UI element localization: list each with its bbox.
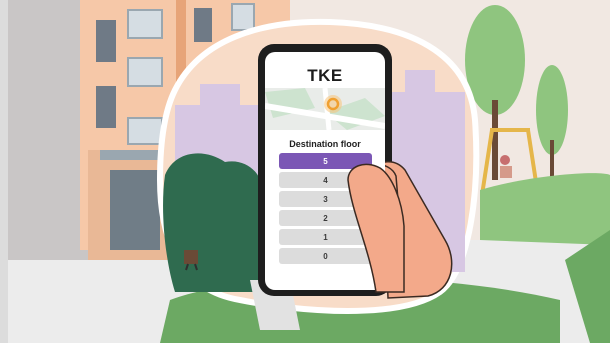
phone-screen: TKE Destination floor 5 4 3 2 1 0 <box>265 52 385 290</box>
map-pin-icon <box>324 95 342 113</box>
bush <box>163 153 262 292</box>
destination-floor-title: Destination floor <box>289 139 361 149</box>
floor-list: 5 4 3 2 1 0 <box>279 153 372 267</box>
floor-button-4[interactable]: 4 <box>279 172 372 188</box>
floor-button-2[interactable]: 2 <box>279 210 372 226</box>
floor-button-5[interactable]: 5 <box>279 153 372 169</box>
left-border <box>0 0 8 343</box>
floor-button-1[interactable]: 1 <box>279 229 372 245</box>
floor-button-0[interactable]: 0 <box>279 248 372 264</box>
map-thumbnail <box>265 88 385 130</box>
video-frame: TKE Destination floor 5 4 3 2 1 0 <box>0 0 610 343</box>
tke-logo: TKE <box>307 66 343 85</box>
floor-button-3[interactable]: 3 <box>279 191 372 207</box>
